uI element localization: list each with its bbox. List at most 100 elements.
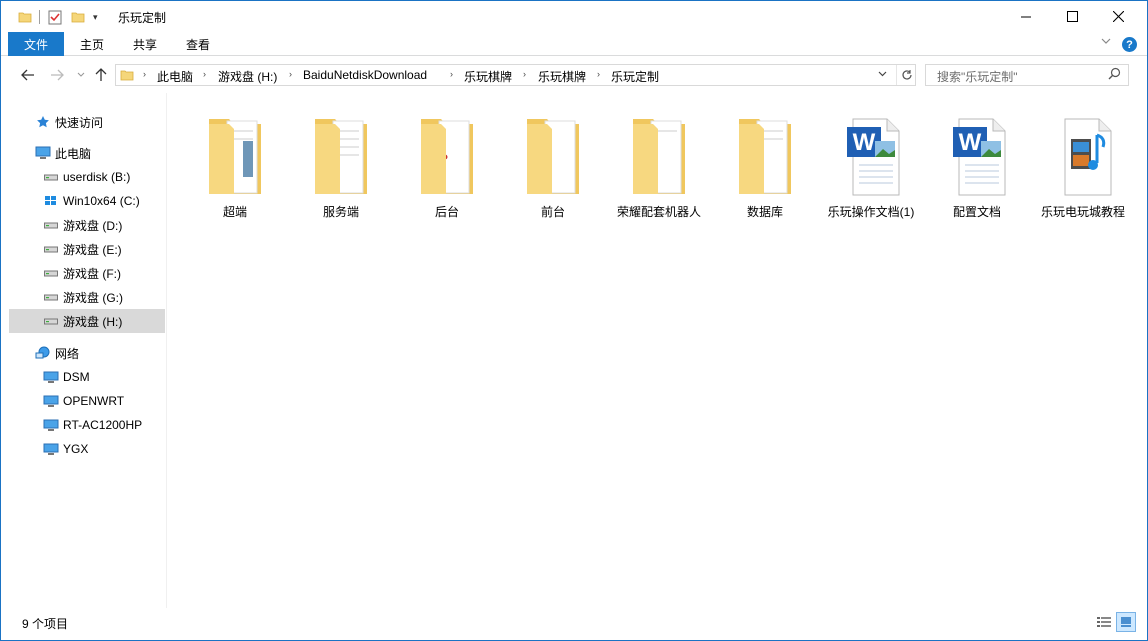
sidebar-item-ygx[interactable]: YGX bbox=[9, 437, 165, 461]
breadcrumb-lewan-qipai-1[interactable]: 乐玩棋牌 bbox=[464, 68, 512, 85]
close-button[interactable] bbox=[1095, 1, 1141, 32]
word-doc-icon: W bbox=[945, 111, 1009, 199]
new-folder-icon[interactable] bbox=[71, 7, 85, 27]
file-name: 服务端 bbox=[322, 205, 359, 219]
folder-icon bbox=[18, 7, 32, 27]
sidebar-item-label: YGX bbox=[63, 442, 89, 456]
folder-icon bbox=[309, 111, 373, 199]
search-box[interactable]: 搜索"乐玩定制" bbox=[925, 64, 1129, 86]
drive-icon bbox=[41, 289, 61, 305]
sidebar-item-label: OPENWRT bbox=[63, 394, 125, 408]
tab-share[interactable]: 共享 bbox=[120, 32, 170, 56]
navigation-pane: 快速访问 此电脑 userdisk (B:) Win10x64 (C:) 游戏盘… bbox=[1, 93, 167, 608]
help-icon[interactable]: ? bbox=[1122, 37, 1137, 52]
address-bar[interactable]: › 此电脑 › 游戏盘 (H:) › BaiduNetdiskDownload … bbox=[115, 64, 916, 86]
file-name: 后台 bbox=[434, 205, 459, 219]
tab-view[interactable]: 查看 bbox=[173, 32, 223, 56]
back-button[interactable] bbox=[18, 66, 38, 84]
sidebar-item-network[interactable]: 网络 bbox=[9, 341, 165, 365]
customize-toolbar-icon[interactable]: ▾ bbox=[93, 7, 98, 27]
folder-item[interactable]: 后台 bbox=[394, 105, 500, 219]
expand-ribbon-icon[interactable] bbox=[1101, 37, 1111, 48]
status-bar: 9 个项目 bbox=[1, 608, 1147, 640]
computer-icon bbox=[41, 441, 61, 457]
sidebar-item-drive-b[interactable]: userdisk (B:) bbox=[9, 165, 165, 189]
breadcrumb-lewan-qipai-2[interactable]: 乐玩棋牌 bbox=[538, 68, 586, 85]
recent-locations-icon[interactable] bbox=[71, 66, 91, 84]
chevron-right-icon[interactable]: › bbox=[597, 69, 600, 79]
svg-text:W: W bbox=[853, 129, 876, 156]
drive-icon bbox=[41, 169, 61, 185]
chevron-right-icon[interactable]: › bbox=[289, 69, 292, 79]
item-count: 9 个项目 bbox=[22, 617, 69, 631]
address-dropdown-icon[interactable] bbox=[878, 69, 887, 79]
chevron-right-icon[interactable]: › bbox=[203, 69, 206, 79]
sidebar-item-drive-h[interactable]: 游戏盘 (H:) bbox=[9, 309, 165, 333]
tab-home[interactable]: 主页 bbox=[67, 32, 117, 56]
up-button[interactable] bbox=[91, 66, 111, 84]
breadcrumb-drive-h[interactable]: 游戏盘 (H:) bbox=[218, 68, 277, 85]
sidebar-item-openwrt[interactable]: OPENWRT bbox=[9, 389, 165, 413]
minimize-button[interactable] bbox=[1003, 1, 1049, 32]
word-document-item[interactable]: W 配置文档 bbox=[924, 105, 1030, 219]
search-placeholder[interactable]: 搜索"乐玩定制" bbox=[937, 68, 1018, 85]
chevron-right-icon[interactable]: › bbox=[450, 69, 453, 79]
video-file-item[interactable]: 乐玩电玩城教程 bbox=[1030, 105, 1136, 219]
details-view-icon[interactable] bbox=[1095, 614, 1113, 630]
windows-drive-icon bbox=[41, 193, 61, 209]
maximize-button[interactable] bbox=[1049, 1, 1095, 32]
word-document-item[interactable]: W 乐玩操作文档(1) bbox=[818, 105, 924, 219]
folder-icon bbox=[733, 111, 797, 199]
folder-icon bbox=[521, 111, 585, 199]
folder-icon bbox=[120, 68, 134, 85]
star-icon bbox=[33, 114, 53, 130]
properties-icon[interactable] bbox=[48, 7, 62, 27]
folder-item[interactable]: 数据库 bbox=[712, 105, 818, 219]
navigation-bar: › 此电脑 › 游戏盘 (H:) › BaiduNetdiskDownload … bbox=[1, 57, 1147, 93]
window-title: 乐玩定制 bbox=[118, 11, 167, 25]
sidebar-item-quick-access[interactable]: 快速访问 bbox=[9, 110, 165, 134]
sidebar-item-drive-d[interactable]: 游戏盘 (D:) bbox=[9, 213, 165, 237]
sidebar-item-drive-e[interactable]: 游戏盘 (E:) bbox=[9, 237, 165, 261]
sidebar-item-label: Win10x64 (C:) bbox=[63, 194, 140, 208]
refresh-icon[interactable] bbox=[896, 65, 916, 85]
title-bar: ▾ 乐玩定制 bbox=[1, 1, 1147, 32]
sidebar-item-rt-ac1200hp[interactable]: RT-AC1200HP bbox=[9, 413, 165, 437]
forward-button[interactable] bbox=[47, 66, 67, 84]
toolbar-separator bbox=[39, 10, 40, 24]
chevron-right-icon[interactable]: › bbox=[143, 69, 146, 79]
large-icons-view-icon[interactable] bbox=[1116, 612, 1136, 632]
drive-icon bbox=[41, 217, 61, 233]
folder-icon bbox=[203, 111, 267, 199]
sidebar-item-drive-f[interactable]: 游戏盘 (F:) bbox=[9, 261, 165, 285]
sidebar-item-this-pc[interactable]: 此电脑 bbox=[9, 141, 165, 165]
file-name: 前台 bbox=[540, 205, 565, 219]
sidebar-item-drive-g[interactable]: 游戏盘 (G:) bbox=[9, 285, 165, 309]
sidebar-item-label: 游戏盘 (D:) bbox=[63, 218, 123, 233]
folder-item[interactable]: 超端 bbox=[182, 105, 288, 219]
drive-icon bbox=[41, 313, 61, 329]
computer-icon bbox=[41, 417, 61, 433]
search-icon[interactable] bbox=[1108, 67, 1121, 83]
file-name: 乐玩操作文档(1) bbox=[827, 205, 915, 219]
tab-file[interactable]: 文件 bbox=[8, 32, 64, 56]
sidebar-item-label: 游戏盘 (F:) bbox=[63, 266, 121, 281]
pc-icon bbox=[33, 145, 53, 161]
file-name: 配置文档 bbox=[952, 205, 1001, 219]
folder-item[interactable]: 服务端 bbox=[288, 105, 394, 219]
word-doc-icon: W bbox=[839, 111, 903, 199]
sidebar-item-label: 游戏盘 (G:) bbox=[63, 290, 123, 305]
sidebar-item-label: 游戏盘 (H:) bbox=[63, 314, 123, 329]
folder-item[interactable]: 前台 bbox=[500, 105, 606, 219]
file-name: 数据库 bbox=[746, 205, 783, 219]
folder-item[interactable]: 荣耀配套机器人 bbox=[606, 105, 712, 219]
sidebar-item-drive-c[interactable]: Win10x64 (C:) bbox=[9, 189, 165, 213]
breadcrumb-this-pc[interactable]: 此电脑 bbox=[157, 68, 193, 85]
breadcrumb-baidunetdisk[interactable]: BaiduNetdiskDownload bbox=[303, 68, 427, 82]
file-name: 超端 bbox=[222, 205, 247, 219]
chevron-right-icon[interactable]: › bbox=[523, 69, 526, 79]
computer-icon bbox=[41, 369, 61, 385]
breadcrumb-lewan-dingzhi[interactable]: 乐玩定制 bbox=[611, 68, 659, 85]
ribbon-tabs: 文件 主页 共享 查看 ? bbox=[1, 32, 1147, 56]
sidebar-item-dsm[interactable]: DSM bbox=[9, 365, 165, 389]
